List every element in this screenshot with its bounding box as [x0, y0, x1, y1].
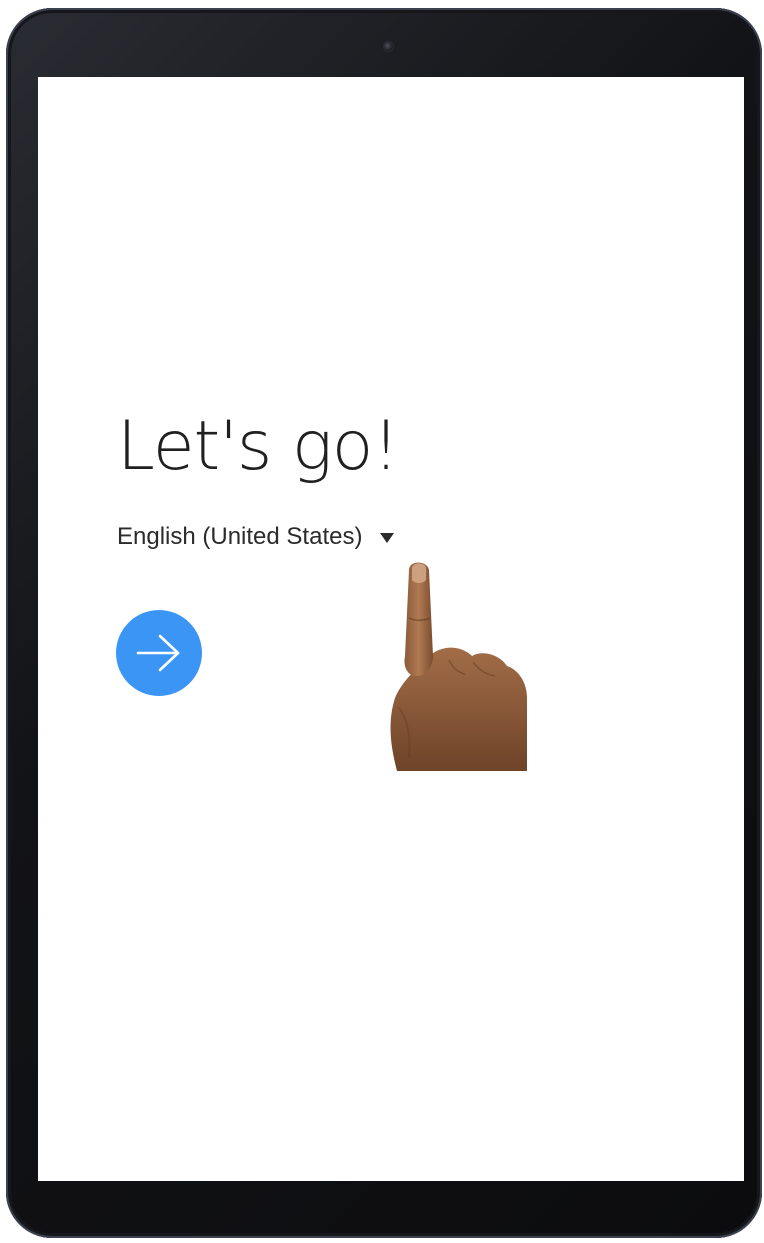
language-dropdown[interactable]: English (United States)	[117, 523, 395, 551]
caret-down-icon[interactable]	[380, 533, 395, 543]
pointing-hand-icon	[390, 562, 527, 771]
language-selected-label: English (United States)	[117, 523, 363, 550]
arrow-right-icon	[136, 634, 180, 672]
setup-screen: Let's go! English (United States)	[38, 77, 744, 1181]
welcome-title: Let's go!	[117, 407, 400, 486]
front-camera	[384, 42, 393, 51]
tablet-frame: Let's go! English (United States)	[6, 8, 762, 1238]
next-button[interactable]	[116, 610, 202, 696]
